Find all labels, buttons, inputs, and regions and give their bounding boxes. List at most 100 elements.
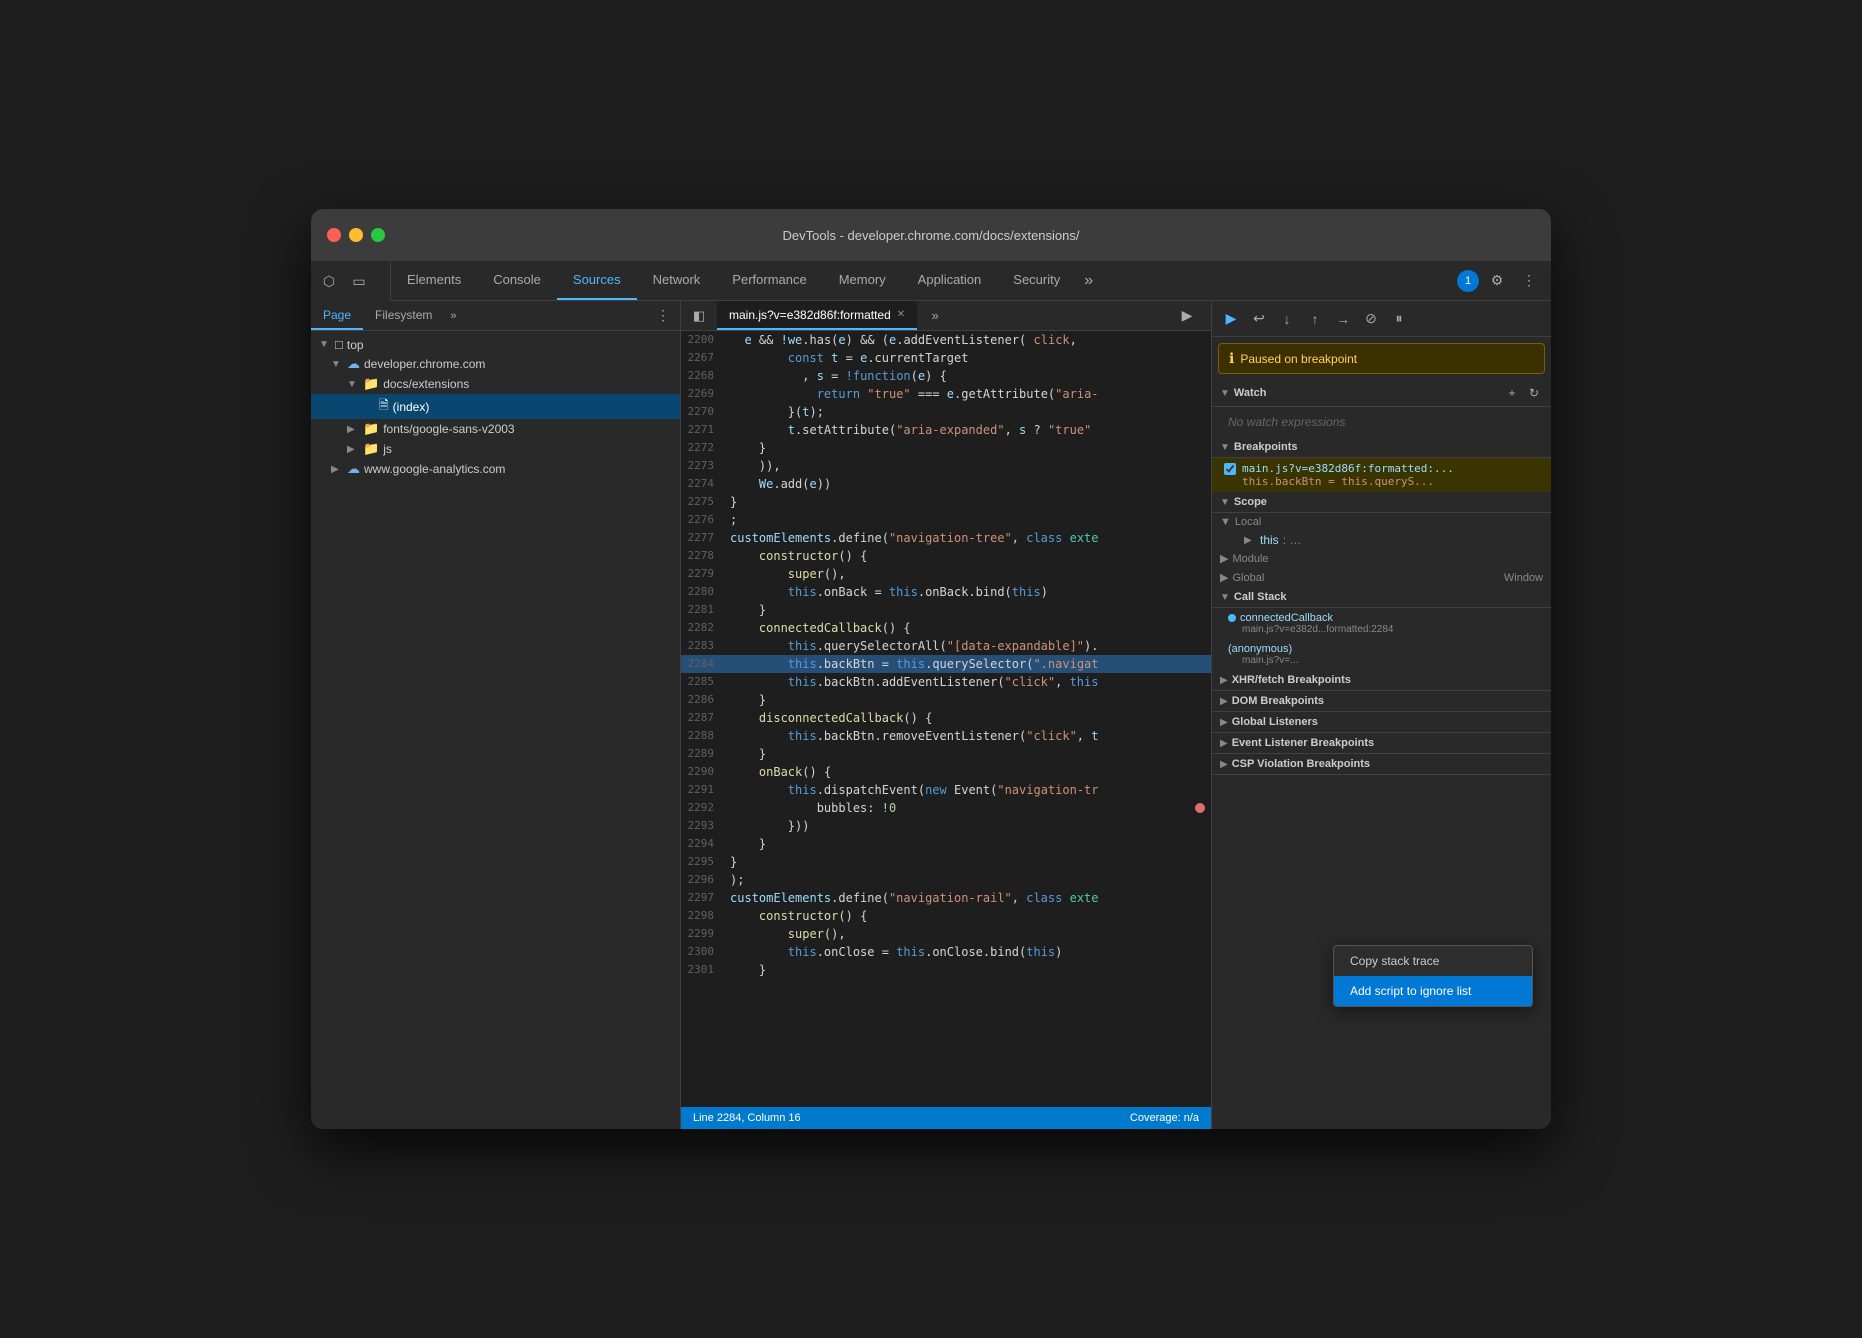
main-tab-bar: ⬡ ▭ Elements Console Sources Network Per…: [311, 261, 1551, 301]
scope-module-header[interactable]: ▶ Module: [1212, 549, 1551, 568]
devtools-window: DevTools - developer.chrome.com/docs/ext…: [311, 209, 1551, 1129]
code-line-2267: 2267 const t = e.currentTarget: [681, 349, 1211, 367]
deactivate-breakpoints-icon[interactable]: ⊘: [1358, 306, 1384, 332]
scope-local-header[interactable]: ▼ Local: [1212, 513, 1551, 531]
step-out-icon[interactable]: ↑: [1302, 306, 1328, 332]
tab-memory[interactable]: Memory: [823, 261, 902, 300]
watch-section-header[interactable]: ▼ Watch + ↻: [1212, 380, 1551, 407]
sidebar-tab-page[interactable]: Page: [311, 301, 363, 330]
call-stack-item-0[interactable]: connectedCallback main.js?v=e382d...form…: [1212, 608, 1551, 639]
pause-on-exceptions-icon[interactable]: ⏸: [1386, 306, 1412, 332]
device-toggle-icon[interactable]: ▭: [345, 267, 373, 295]
tree-item-docs-extensions[interactable]: ▼ 📁 docs/extensions: [311, 374, 680, 394]
info-icon: ℹ: [1229, 350, 1234, 367]
code-line-2270: 2270 }(t);: [681, 403, 1211, 421]
sidebar: Page Filesystem » ⋮ ▼ □ top ▼ ☁ devel: [311, 301, 681, 1129]
tab-sources[interactable]: Sources: [557, 261, 637, 300]
call-stack-func-1: (anonymous): [1228, 643, 1543, 655]
settings-icon[interactable]: ⚙: [1483, 267, 1511, 295]
csp-section-header[interactable]: ▶ CSP Violation Breakpoints: [1212, 754, 1551, 775]
watch-section-actions: + ↻: [1503, 384, 1543, 402]
code-line-2293: 2293 })): [681, 817, 1211, 835]
code-tab-bar: ◧ main.js?v=e382d86f:formatted ✕ » ▶: [681, 301, 1211, 331]
tab-network[interactable]: Network: [637, 261, 717, 300]
tree-item-index[interactable]: ▶ 🗎 (index): [311, 394, 680, 419]
tab-performance[interactable]: Performance: [716, 261, 822, 300]
more-options-icon[interactable]: ⋮: [1515, 267, 1543, 295]
csp-chevron-icon: ▶: [1220, 759, 1228, 770]
main-content: Page Filesystem » ⋮ ▼ □ top ▼ ☁ devel: [311, 301, 1551, 1129]
cloud-icon: ☁: [347, 356, 360, 372]
minimize-button[interactable]: [349, 228, 363, 242]
call-stack-func-label-1: (anonymous): [1228, 643, 1292, 655]
code-editor[interactable]: 2200 e && !we.has(e) && (e.addEventListe…: [681, 331, 1211, 1107]
step-over-icon[interactable]: ↩: [1246, 306, 1272, 332]
breakpoint-checkbox[interactable]: [1224, 463, 1236, 475]
scope-section-header[interactable]: ▼ Scope: [1212, 492, 1551, 513]
tree-item-label: (index): [393, 400, 430, 414]
feedback-button[interactable]: 1: [1457, 270, 1479, 292]
code-tab-close-icon[interactable]: ✕: [897, 309, 905, 320]
maximize-button[interactable]: [371, 228, 385, 242]
tree-item-top[interactable]: ▼ □ top: [311, 335, 680, 354]
close-button[interactable]: [327, 228, 341, 242]
code-line-2296: 2296 );: [681, 871, 1211, 889]
event-listeners-section-header[interactable]: ▶ Event Listener Breakpoints: [1212, 733, 1551, 754]
add-to-ignore-list-menuitem[interactable]: Add script to ignore list: [1334, 976, 1532, 1006]
breakpoint-item[interactable]: main.js?v=e382d86f:formatted:... this.ba…: [1212, 458, 1551, 492]
code-line-2276: 2276 ;: [681, 511, 1211, 529]
code-line-2291: 2291 this.dispatchEvent(new Event("navig…: [681, 781, 1211, 799]
code-line-2282: 2282 connectedCallback() {: [681, 619, 1211, 637]
code-line-2277: 2277 customElements.define("navigation-t…: [681, 529, 1211, 547]
watch-chevron-icon: ▼: [1220, 388, 1230, 399]
scope-global-header[interactable]: ▶ Global Window: [1212, 568, 1551, 587]
sidebar-tab-more[interactable]: »: [444, 301, 462, 330]
sidebar-tab-filesystem[interactable]: Filesystem: [363, 301, 444, 330]
scope-this-key: this: [1260, 533, 1279, 547]
global-listeners-section-header[interactable]: ▶ Global Listeners: [1212, 712, 1551, 733]
tab-console[interactable]: Console: [477, 261, 557, 300]
breakpoints-section-title: Breakpoints: [1234, 441, 1298, 453]
more-tabs-icon[interactable]: »: [921, 302, 949, 330]
tree-item-domain-analytics[interactable]: ▶ ☁ www.google-analytics.com: [311, 459, 680, 479]
breakpoints-section-header[interactable]: ▼ Breakpoints: [1212, 437, 1551, 458]
coverage-status: Coverage: n/a: [1130, 1112, 1199, 1124]
code-line-2294: 2294 }: [681, 835, 1211, 853]
refresh-watch-button[interactable]: ↻: [1525, 384, 1543, 402]
new-snippet-icon[interactable]: ⋮: [652, 305, 674, 327]
tree-item-fonts[interactable]: ▶ 📁 fonts/google-sans-v2003: [311, 419, 680, 439]
scope-this-val: : …: [1283, 533, 1302, 547]
tab-application[interactable]: Application: [902, 261, 998, 300]
call-stack-item-1[interactable]: (anonymous) main.js?v=...: [1212, 639, 1551, 670]
right-panel: ▶ ↩ ↓ ↑ → ⊘ ⏸ ℹ Paused on breakpoint ▼ W…: [1211, 301, 1551, 1129]
local-chevron-icon: ▼: [1220, 516, 1231, 528]
dom-section-header[interactable]: ▶ DOM Breakpoints: [1212, 691, 1551, 712]
tree-item-label: fonts/google-sans-v2003: [383, 422, 514, 436]
resume-icon[interactable]: ▶: [1218, 306, 1244, 332]
event-listeners-chevron-icon: ▶: [1220, 738, 1228, 749]
step-icon[interactable]: →: [1330, 306, 1356, 332]
scope-local-label: Local: [1235, 516, 1261, 528]
more-tabs-button[interactable]: »: [1076, 261, 1101, 300]
toggle-sidebar-icon[interactable]: ◧: [685, 302, 713, 330]
code-line-2284: 2284 this.backBtn = this.querySelector("…: [681, 655, 1211, 673]
tab-elements[interactable]: Elements: [391, 261, 477, 300]
call-stack-func-label-0: connectedCallback: [1240, 612, 1333, 624]
call-stack-section-header[interactable]: ▼ Call Stack: [1212, 587, 1551, 608]
code-line-2275: 2275 }: [681, 493, 1211, 511]
tab-security[interactable]: Security: [997, 261, 1076, 300]
step-into-icon[interactable]: ↓: [1274, 306, 1300, 332]
inspect-icon[interactable]: ⬡: [315, 267, 343, 295]
tree-item-js[interactable]: ▶ 📁 js: [311, 439, 680, 459]
add-watch-button[interactable]: +: [1503, 384, 1521, 402]
code-line-2269: 2269 return "true" === e.getAttribute("a…: [681, 385, 1211, 403]
tree-item-domain-chrome[interactable]: ▼ ☁ developer.chrome.com: [311, 354, 680, 374]
breakpoint-text: main.js?v=e382d86f:formatted:... this.ba…: [1242, 462, 1454, 488]
xhr-section-header[interactable]: ▶ XHR/fetch Breakpoints: [1212, 670, 1551, 691]
code-line-2272: 2272 }: [681, 439, 1211, 457]
code-tab-main-js[interactable]: main.js?v=e382d86f:formatted ✕: [717, 301, 917, 330]
scope-chevron-icon: ▼: [1220, 497, 1230, 508]
copy-stack-trace-menuitem[interactable]: Copy stack trace: [1334, 946, 1532, 976]
scope-local-this[interactable]: ▶ this : …: [1212, 531, 1551, 549]
play-icon[interactable]: ▶: [1173, 302, 1201, 330]
